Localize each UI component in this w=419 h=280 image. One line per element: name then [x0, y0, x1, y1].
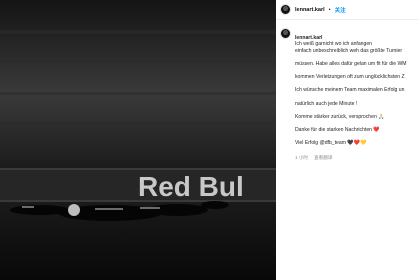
caption-username[interactable]: lennart.karl: [295, 35, 322, 41]
caption: lennart.karl Ich weiß garnicht wo ich an…: [276, 20, 419, 161]
caption-line: Danke für die starken Nachrichten ❤️: [295, 126, 380, 133]
photo-area: Red Bul: [0, 0, 276, 280]
caption-line: Viel Erfolg @dfb_team 🖤❤️💛: [295, 140, 367, 147]
caption-text: lennart.karl Ich weiß garnicht wo ich an…: [295, 28, 419, 153]
post-header: lennart.karl • 关注: [276, 0, 419, 20]
avatar[interactable]: [280, 4, 291, 15]
caption-avatar[interactable]: [280, 28, 291, 39]
post-meta: 1 小时 查看翻译: [295, 155, 419, 161]
caption-line: einfach unbeschreiblich weh das größte T…: [295, 47, 403, 54]
caption-line: Komme stärker zurück, versprochen 🙏🏻: [295, 113, 385, 120]
caption-line: Ich wünsche meinem Team maximalen Erfolg…: [295, 87, 405, 94]
post-photo: Red Bul: [0, 0, 276, 280]
post-panel: lennart.karl • 关注 lennart.karl Ich weiß …: [276, 0, 419, 280]
caption-line: natürlich auch jede Minute !: [295, 100, 358, 107]
follow-button[interactable]: 关注: [335, 6, 346, 14]
caption-line: kommen Verletzungen oft zum unglücklichs…: [295, 74, 405, 81]
separator: •: [328, 6, 331, 13]
translate-link[interactable]: 查看翻译: [314, 155, 332, 161]
caption-line: Ich weiß garnicht wo ich anfangen: [295, 41, 373, 48]
username[interactable]: lennart.karl: [295, 7, 325, 13]
caption-line: müssen. Habe alles dafür gelan um fit fü…: [295, 60, 407, 67]
banner-text: Red Bul: [138, 171, 244, 202]
timestamp: 1 小时: [295, 155, 309, 161]
